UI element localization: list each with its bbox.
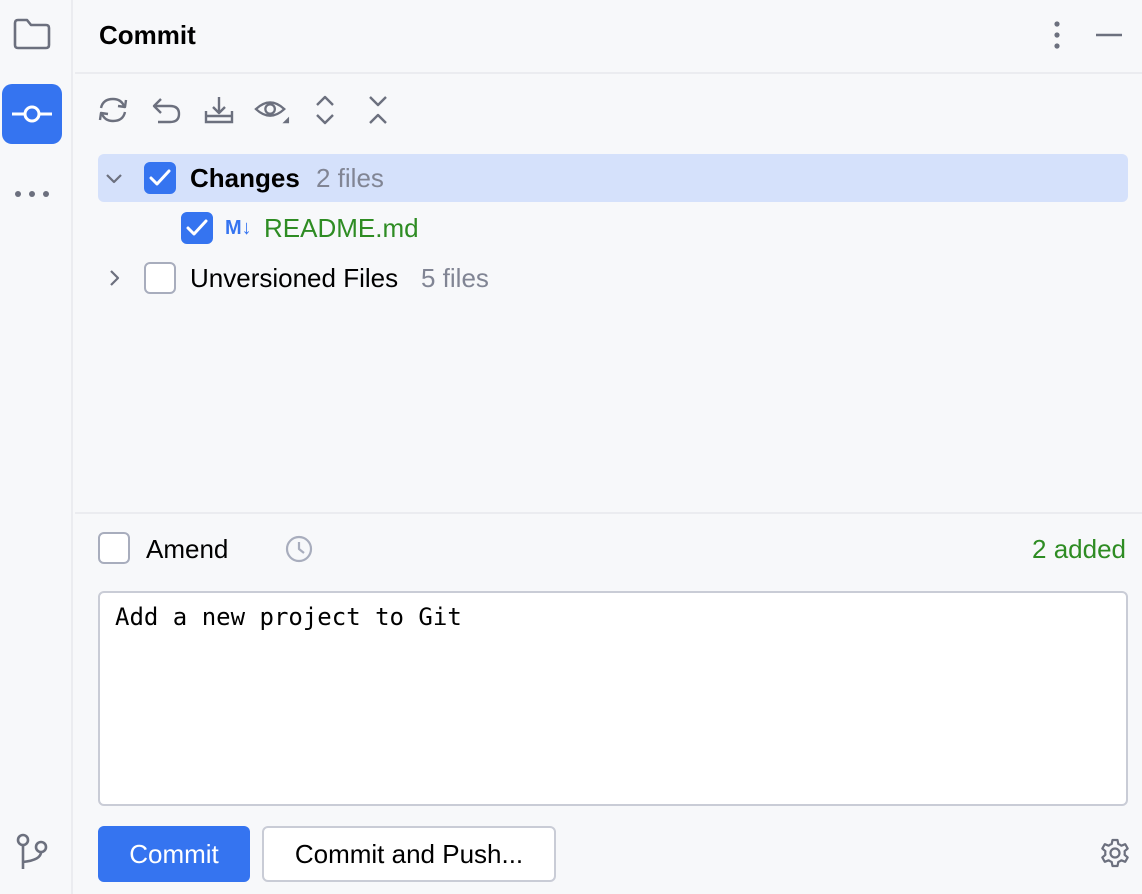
more-tools-button[interactable] — [2, 164, 62, 224]
file-name: README.md — [264, 213, 419, 243]
folder-icon — [13, 18, 51, 50]
markdown-file-icon: M↓ — [225, 217, 252, 239]
changes-toolbar — [95, 90, 396, 130]
changelist-name: Changes — [190, 163, 300, 193]
commit-options-button[interactable] — [1098, 836, 1132, 870]
checkmark-icon — [186, 219, 208, 236]
collapse-all-button[interactable] — [360, 90, 396, 130]
file-row-readme[interactable]: M↓ README.md — [98, 204, 1128, 252]
panel-title: Commit — [99, 20, 196, 50]
git-branch-icon — [16, 833, 48, 869]
changes-tree: Changes 2 files M↓ README.md Unversioned… — [98, 154, 1128, 302]
changelist-count: 5 files — [421, 263, 489, 293]
git-tool-button[interactable] — [2, 822, 62, 882]
minimize-icon — [1096, 33, 1122, 37]
changes-checkbox[interactable] — [144, 162, 176, 194]
hide-button[interactable] — [1092, 18, 1126, 52]
commit-tool-button[interactable] — [2, 84, 62, 144]
amend-label[interactable]: Amend — [146, 534, 228, 565]
project-tool-button[interactable] — [2, 4, 62, 64]
commit-panel: Commit Changes 2 files M↓ README.md Unve… — [75, 0, 1142, 894]
options-button[interactable] — [1040, 18, 1074, 52]
amend-row: Amend 2 added — [98, 532, 1126, 566]
rollback-icon — [152, 98, 181, 124]
update-icon — [204, 97, 234, 124]
refresh-icon — [98, 97, 128, 123]
commit-and-push-button[interactable]: Commit and Push... — [262, 826, 556, 882]
expand-all-icon — [316, 95, 334, 125]
changelist-row-unversioned[interactable]: Unversioned Files 5 files — [98, 254, 1128, 302]
checkmark-icon — [149, 169, 171, 186]
unversioned-checkbox[interactable] — [144, 262, 176, 294]
amend-checkbox[interactable] — [98, 532, 130, 564]
commit-button[interactable]: Commit — [98, 826, 250, 882]
update-button[interactable] — [201, 90, 237, 130]
expand-all-button[interactable] — [307, 90, 343, 130]
rollback-button[interactable] — [148, 90, 184, 130]
collapse-all-icon — [369, 96, 387, 124]
preview-button[interactable] — [254, 90, 290, 130]
chevron-down-icon[interactable] — [102, 166, 126, 190]
splitter[interactable] — [75, 512, 1142, 514]
tool-window-rail — [0, 0, 73, 894]
commit-message-input[interactable] — [98, 591, 1128, 806]
gear-icon — [1101, 838, 1129, 868]
preview-icon — [254, 101, 290, 124]
more-horizontal-icon — [15, 191, 49, 197]
more-vertical-icon — [1054, 21, 1060, 49]
clock-icon[interactable] — [284, 534, 314, 564]
refresh-button[interactable] — [95, 90, 131, 130]
chevron-right-icon[interactable] — [102, 266, 126, 290]
commit-icon — [12, 105, 52, 123]
changelist-count: 2 files — [316, 163, 384, 193]
panel-header: Commit — [75, 0, 1142, 74]
changelist-name: Unversioned Files — [190, 263, 399, 293]
changelist-row-changes[interactable]: Changes 2 files — [98, 154, 1128, 202]
added-count: 2 added — [1032, 534, 1126, 564]
file-checkbox[interactable] — [181, 212, 213, 244]
